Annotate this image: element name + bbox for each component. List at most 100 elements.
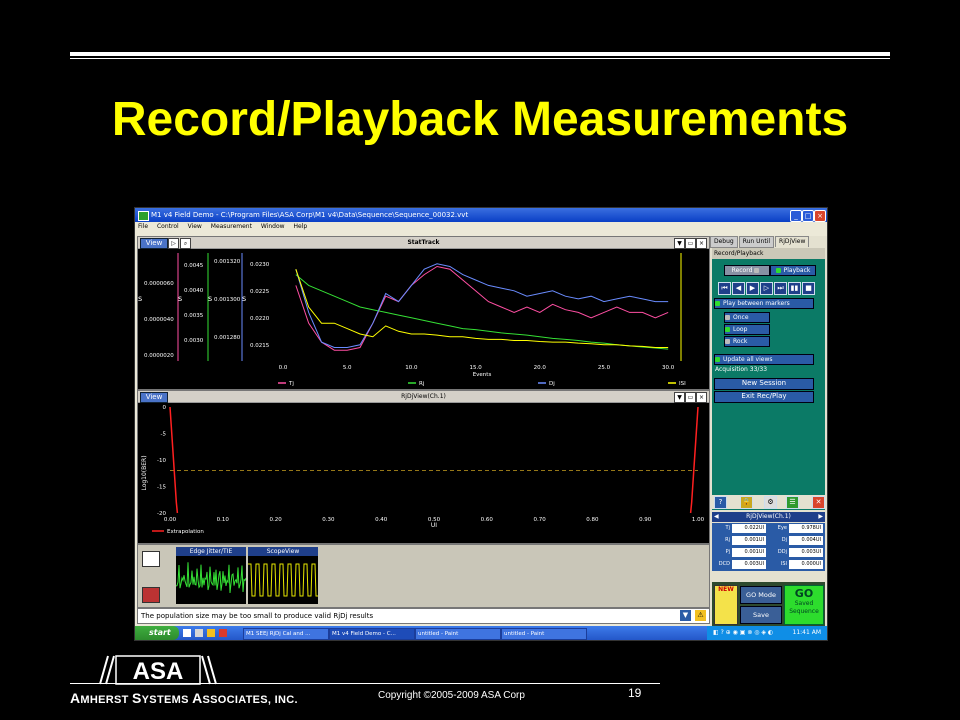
play-icon[interactable]: ▶ — [746, 282, 759, 295]
update-all-views-option[interactable]: Update all views — [714, 354, 814, 365]
stop-icon[interactable]: ■ — [802, 282, 815, 295]
new-sequence-button[interactable]: NEW — [714, 585, 738, 625]
panel-restore-icon[interactable]: ▭ — [685, 238, 696, 249]
metric-value: 0.001UI — [732, 536, 766, 545]
dropdown-icon[interactable]: ▼ — [680, 610, 691, 621]
panel-close-icon[interactable]: × — [696, 392, 707, 403]
edge-jitter-title: Edge Jitter/TIE — [176, 547, 246, 556]
help-icon[interactable]: ? — [714, 496, 727, 509]
stattrack-chart: 0.0000060 0.0000040 0.0000020 0.0045 0.0… — [138, 253, 686, 387]
app-icon — [138, 211, 149, 221]
window-titlebar: M1 v4 Field Demo - C:\Program Files\ASA … — [135, 208, 827, 222]
x-tick-label: 0.30 — [322, 517, 335, 523]
tray-icons[interactable]: ◧ ? ⊕ ◉ ▣ ⊗ ◎ ◈ ◐ — [713, 626, 773, 640]
metric-value: 0.003UI — [732, 560, 766, 569]
panel-close-icon[interactable]: × — [696, 238, 707, 249]
x-tick-label: 25.0 — [598, 365, 611, 371]
scopeview-waveform — [248, 563, 318, 597]
quicklaunch-icon[interactable] — [183, 629, 191, 637]
y-axis1-tick: 0.0000020 — [144, 353, 174, 359]
go-saved-sequence-button[interactable]: GO Saved Sequence — [784, 585, 824, 625]
pause-icon[interactable]: ▮▮ — [788, 282, 801, 295]
panel-down-icon[interactable]: ▼ — [674, 238, 685, 249]
company-part: YSTEMS — [141, 694, 193, 706]
menu-file[interactable]: File — [138, 223, 148, 230]
menu-window[interactable]: Window — [261, 223, 285, 230]
lock-icon[interactable]: 🔒 — [740, 496, 753, 509]
x-tick-label: 0.80 — [586, 517, 599, 523]
x-tick-label: 0.90 — [639, 517, 652, 523]
metric-value: 0.004UI — [789, 536, 823, 545]
table-icon[interactable]: ☰ — [786, 496, 799, 509]
delete-icon[interactable]: ✕ — [812, 496, 825, 509]
step-forward-icon[interactable]: ▷ — [760, 282, 773, 295]
x-tick-label: 10.0 — [405, 365, 418, 371]
close-icon[interactable]: × — [814, 210, 826, 222]
record-button[interactable]: Record — [724, 265, 770, 276]
once-option[interactable]: Once — [724, 312, 770, 323]
check-icon — [715, 357, 720, 362]
menu-help[interactable]: Help — [293, 223, 307, 230]
menu-control[interactable]: Control — [157, 223, 179, 230]
edge-jitter-thumbnail[interactable] — [175, 556, 247, 604]
radio-icon — [725, 327, 730, 332]
start-button[interactable]: start — [135, 626, 179, 640]
settings-icon[interactable]: ⚙ — [764, 496, 777, 509]
series-line-tj — [295, 265, 669, 351]
taskbar-item[interactable]: M1 SEEj RjDj Cal and ... — [243, 628, 329, 640]
taskbar-item[interactable]: M1 v4 Field Demo - C... — [329, 628, 415, 640]
tab-run-until[interactable]: Run Until — [738, 236, 775, 248]
status-bar: The population size may be too small to … — [137, 608, 710, 624]
tab-rjdjview[interactable]: RjDjView — [775, 236, 810, 247]
prev-arrow-icon[interactable]: ◀ — [714, 512, 719, 522]
x-tick-label: 0.40 — [375, 517, 388, 523]
sidebar-tabs: Debug Run Until RjDjView — [710, 236, 810, 248]
scopeview-thumbnail[interactable] — [248, 556, 318, 604]
exit-rec-play-button[interactable]: Exit Rec/Play — [714, 391, 814, 403]
x-tick-label: 15.0 — [469, 365, 482, 371]
rock-option[interactable]: Rock — [724, 336, 770, 347]
metric-value: 0.978UI — [789, 524, 823, 533]
go-mode-button[interactable]: GO Mode — [740, 586, 782, 604]
logo-text: ASA — [133, 658, 184, 685]
step-back-icon[interactable]: ◀ — [732, 282, 745, 295]
company-initial: S — [132, 690, 142, 706]
stattrack-header: View ▷ ⌕ StatTrack ▼ ▭ × — [138, 237, 709, 249]
report-icon[interactable] — [142, 551, 160, 567]
taskbar-item[interactable]: untitled - Paint — [501, 628, 587, 640]
legend-label: Dj — [549, 381, 555, 387]
metric-value: 0.001UI — [732, 548, 766, 557]
panel-restore-icon[interactable]: ▭ — [685, 392, 696, 403]
x-tick-label: 0.0 — [279, 365, 288, 371]
app-window: M1 v4 Field Demo - C:\Program Files\ASA … — [134, 207, 828, 641]
once-label: Once — [733, 314, 749, 321]
metric-label: Dj — [781, 537, 787, 543]
quicklaunch-icon[interactable] — [207, 629, 215, 637]
system-tray: ◧ ? ⊕ ◉ ▣ ⊗ ◎ ◈ ◐ 11:41 AM — [707, 626, 827, 640]
company-part: MHERST — [80, 694, 133, 706]
y-axis2-tick: 0.0045 — [184, 263, 204, 269]
play-between-markers-option[interactable]: Play between markers — [714, 298, 814, 309]
maximize-icon[interactable]: □ — [802, 210, 814, 222]
playback-button[interactable]: Playback — [770, 265, 816, 276]
window-title: M1 v4 Field Demo - C:\Program Files\ASA … — [151, 211, 469, 219]
quicklaunch-icon[interactable] — [195, 629, 203, 637]
new-session-button[interactable]: New Session — [714, 378, 814, 390]
rock-label: Rock — [733, 338, 748, 345]
menu-measurement[interactable]: Measurement — [211, 223, 252, 230]
skip-forward-icon[interactable]: ⏭ — [774, 282, 787, 295]
loop-option[interactable]: Loop — [724, 324, 770, 335]
next-arrow-icon[interactable]: ▶ — [818, 512, 823, 522]
taskbar-item[interactable]: untitled - Paint — [415, 628, 501, 640]
skip-back-icon[interactable]: ⏮ — [718, 282, 731, 295]
stop-record-icon[interactable] — [142, 587, 160, 603]
panel-down-icon[interactable]: ▼ — [674, 392, 685, 403]
quicklaunch-icon[interactable] — [219, 629, 227, 637]
y-tick-label: 0 — [163, 405, 167, 411]
minimize-icon[interactable]: _ — [790, 210, 802, 222]
unit-glyph: s — [242, 294, 246, 303]
save-button[interactable]: Save — [740, 606, 782, 624]
taskbar: start M1 SEEj RjDj Cal and ... M1 v4 Fie… — [135, 626, 827, 640]
tab-debug[interactable]: Debug — [710, 236, 738, 248]
menu-view[interactable]: View — [188, 223, 202, 230]
